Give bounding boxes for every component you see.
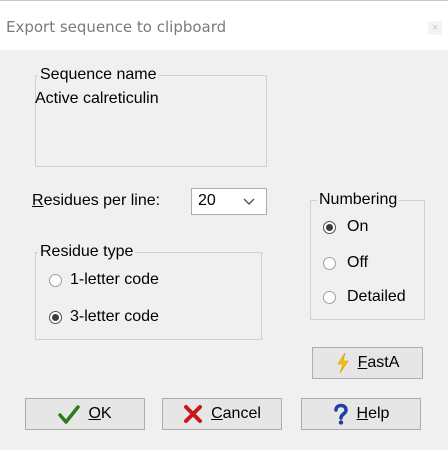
close-icon[interactable]: ×: [428, 21, 442, 35]
lightning-icon: [337, 353, 349, 373]
radio-numbering-off-label[interactable]: Off: [347, 254, 368, 272]
ok-label: OK: [88, 405, 112, 422]
radio-3-letter-code-label[interactable]: 3-letter code: [70, 308, 159, 326]
fasta-button[interactable]: FastA: [312, 347, 423, 379]
cancel-button[interactable]: Cancel: [162, 398, 282, 430]
residues-per-line-select[interactable]: 20: [191, 188, 267, 215]
checkmark-icon: [58, 405, 81, 424]
help-button[interactable]: Help: [301, 398, 421, 430]
radio-1-letter-code-label[interactable]: 1-letter code: [70, 271, 159, 289]
radio-numbering-on-label[interactable]: On: [347, 218, 368, 236]
x-mark-icon: [184, 405, 203, 423]
window-title: Export sequence to clipboard: [6, 18, 227, 36]
radio-numbering-detailed[interactable]: [323, 291, 336, 304]
residues-label-text: esidues per line:: [43, 192, 161, 209]
sequence-name-value[interactable]: Active calreticulin: [35, 90, 159, 108]
chevron-down-icon: [243, 198, 255, 205]
sequence-name-legend: Sequence name: [38, 65, 159, 85]
title-bar: Export sequence to clipboard ×: [0, 0, 448, 50]
fasta-label: FastA: [357, 354, 400, 371]
cancel-label: Cancel: [211, 405, 261, 422]
sequence-name-group: Sequence name: [35, 65, 267, 167]
numbering-legend: Numbering: [317, 190, 400, 210]
residues-per-line-value: 20: [198, 192, 216, 209]
help-label: Help: [356, 405, 390, 422]
question-mark-icon: [333, 403, 348, 425]
radio-3-letter-code[interactable]: [49, 311, 62, 324]
residues-mnemonic: R: [32, 192, 44, 209]
residues-per-line-label: Residues per line:: [32, 192, 160, 210]
radio-numbering-off[interactable]: [323, 257, 336, 270]
radio-numbering-on[interactable]: [323, 221, 336, 234]
residue-type-legend: Residue type: [38, 242, 136, 262]
radio-1-letter-code[interactable]: [49, 274, 62, 287]
radio-numbering-detailed-label[interactable]: Detailed: [347, 288, 406, 306]
residue-type-group: Residue type: [35, 242, 262, 340]
ok-button[interactable]: OK: [25, 398, 145, 430]
